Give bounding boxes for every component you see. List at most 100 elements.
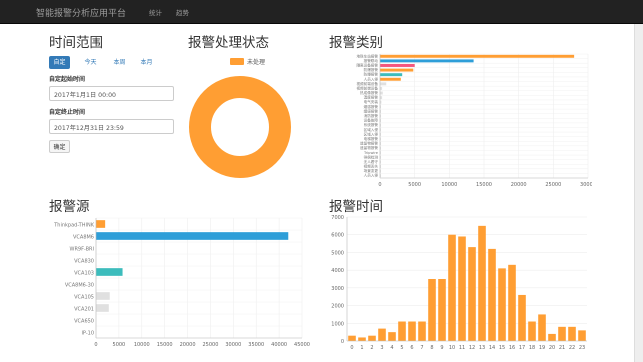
bar bbox=[380, 68, 414, 72]
y-category-label: 无人看守 bbox=[364, 159, 379, 164]
y-category-label: 设备故障 bbox=[364, 118, 379, 123]
bar bbox=[438, 279, 446, 341]
y-category-label: 区域入侵 bbox=[364, 131, 379, 136]
top-navbar: 智能报警分析应用平台 统计 趋势 bbox=[0, 0, 643, 24]
y-category-label: 烟感报警 bbox=[364, 108, 379, 113]
x-tick-label: 6 bbox=[410, 345, 413, 351]
x-tick-label: 5000 bbox=[113, 342, 126, 348]
x-tick-label: 1 bbox=[360, 345, 363, 351]
y-category-label: 温度报警 bbox=[364, 95, 379, 100]
y-category-label: VCA103 bbox=[74, 271, 94, 277]
x-tick-label: 18 bbox=[529, 345, 535, 351]
y-tick-label: 3000 bbox=[331, 286, 344, 292]
y-tick-label: 4000 bbox=[331, 268, 344, 274]
x-tick-label: 20000 bbox=[511, 182, 527, 188]
x-tick-label: 20000 bbox=[180, 342, 196, 348]
x-tick-label: 30000 bbox=[225, 342, 241, 348]
y-tick-label: 5000 bbox=[331, 250, 344, 256]
tab-week[interactable]: 本周 bbox=[109, 56, 130, 69]
y-tick-label: 7000 bbox=[331, 215, 344, 221]
bar bbox=[458, 236, 466, 341]
y-category-label: 烟感报警 bbox=[364, 104, 379, 109]
x-tick-label: 0 bbox=[378, 182, 381, 188]
nav-link-stats[interactable]: 统计 bbox=[149, 7, 162, 17]
bar bbox=[96, 292, 110, 300]
bar bbox=[418, 321, 426, 341]
x-tick-label: 22 bbox=[569, 345, 575, 351]
brand-title[interactable]: 智能报警分析应用平台 bbox=[36, 6, 126, 19]
category-chart-title: 报警类别 bbox=[329, 35, 383, 51]
x-tick-label: 15 bbox=[499, 345, 505, 351]
bar bbox=[398, 321, 406, 341]
y-category-label: 报警联动 bbox=[364, 58, 379, 63]
x-tick-label: 5000 bbox=[408, 182, 421, 188]
bar bbox=[498, 268, 506, 341]
tab-month[interactable]: 本月 bbox=[136, 56, 157, 69]
end-time-input[interactable]: 2017年12月31日 23:59 bbox=[49, 119, 174, 134]
y-category-label: VCA105 bbox=[74, 295, 94, 301]
pie-slice bbox=[189, 76, 291, 178]
confirm-button[interactable]: 确定 bbox=[49, 140, 70, 153]
y-category-label: 热成像报警 bbox=[360, 90, 378, 95]
y-tick-label: 2000 bbox=[331, 304, 344, 310]
start-time-input[interactable]: 2017年1月1日 00:00 bbox=[49, 86, 174, 101]
x-tick-label: 3 bbox=[380, 345, 383, 351]
y-category-label: Tripwire bbox=[363, 151, 379, 155]
x-tick-label: 45000 bbox=[294, 342, 310, 348]
y-category-label: 人员入侵 bbox=[364, 76, 379, 81]
y-category-label: VCA650 bbox=[74, 319, 94, 325]
bar bbox=[358, 337, 366, 341]
y-tick-label: 0 bbox=[341, 339, 344, 345]
bar bbox=[408, 321, 416, 341]
end-time-label: 自定终止时间 bbox=[49, 109, 86, 116]
bar bbox=[518, 294, 526, 341]
bar bbox=[380, 64, 415, 67]
bar bbox=[468, 247, 476, 341]
tab-today[interactable]: 今天 bbox=[80, 56, 101, 69]
bar bbox=[348, 335, 356, 341]
tab-custom[interactable]: 自定 bbox=[49, 56, 70, 69]
y-category-label: 隔离设备报警 bbox=[356, 62, 378, 67]
y-category-label: 视频丢失 bbox=[364, 164, 379, 169]
status-chart-title: 报警处理状态 bbox=[188, 35, 269, 51]
y-category-label: 区域入侵 bbox=[364, 127, 379, 132]
y-tick-label: 6000 bbox=[331, 233, 344, 239]
nav-link-trend[interactable]: 趋势 bbox=[176, 7, 189, 17]
x-tick-label: 13 bbox=[479, 345, 485, 351]
bar bbox=[508, 264, 516, 341]
legend-label: 未处理 bbox=[247, 58, 265, 66]
x-tick-label: 30000 bbox=[580, 182, 592, 188]
y-category-label: VCA8M6 bbox=[73, 235, 94, 241]
x-tick-label: 17 bbox=[519, 345, 525, 351]
bar bbox=[558, 326, 566, 341]
source-chart-title: 报警源 bbox=[49, 199, 90, 215]
bar bbox=[380, 91, 383, 95]
x-tick-label: 0 bbox=[350, 345, 353, 351]
y-category-label: WR9F-BRI bbox=[70, 247, 94, 253]
bar bbox=[380, 73, 403, 77]
bar bbox=[448, 234, 456, 341]
hourly-bar-chart: 010002000300040005000600070000 1 2 3 4 5 6 7 8 9 1… bbox=[331, 215, 587, 351]
bar bbox=[388, 332, 396, 341]
x-tick-label: 19 bbox=[539, 345, 545, 351]
y-category-label: 防爆报警 bbox=[364, 67, 379, 72]
x-tick-label: 25000 bbox=[202, 342, 218, 348]
x-tick-label: 15000 bbox=[157, 342, 173, 348]
scrollbar[interactable] bbox=[634, 24, 643, 362]
y-category-label: 视频前端设备 bbox=[356, 81, 378, 86]
y-category-label: VCA201 bbox=[74, 307, 94, 313]
x-tick-label: 11 bbox=[459, 345, 465, 351]
y-category-label: Thinkpad-THINK bbox=[53, 223, 94, 229]
x-tick-label: 0 bbox=[94, 342, 97, 348]
bar bbox=[488, 248, 496, 341]
y-tick-label: 1000 bbox=[331, 321, 344, 327]
y-category-label: 遗留物报警 bbox=[360, 141, 378, 146]
x-tick-label: 15000 bbox=[476, 182, 492, 188]
y-category-label: VCA830 bbox=[74, 259, 94, 265]
y-category-label: 电气安装 bbox=[364, 99, 379, 104]
bar bbox=[380, 96, 383, 100]
x-tick-label: 16 bbox=[509, 345, 515, 351]
bar bbox=[568, 326, 576, 341]
category-bar-chart: 0 5000 10000 15000 20000 25000 30000 地铁车站报警报警联动… bbox=[356, 53, 592, 188]
bar bbox=[478, 225, 486, 341]
